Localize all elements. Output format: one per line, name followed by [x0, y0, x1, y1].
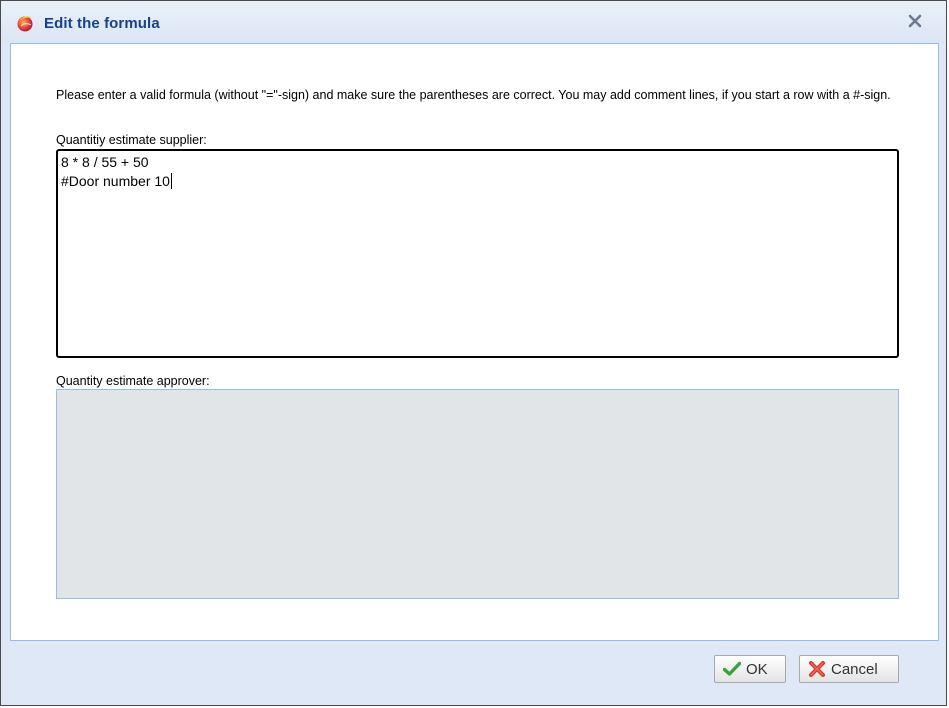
close-icon[interactable] [906, 12, 924, 30]
dialog-titlebar[interactable]: Edit the formula [1, 1, 946, 43]
dialog-footer: OK Cancel [10, 641, 939, 696]
formula-line: 8 * 8 / 55 + 50 [61, 154, 149, 170]
checkmark-icon [723, 661, 741, 676]
approver-formula-input [56, 389, 899, 599]
x-cancel-icon [809, 661, 825, 677]
ok-button-label: OK [746, 660, 768, 678]
ok-button[interactable]: OK [714, 655, 786, 683]
instructions-text: Please enter a valid formula (without "=… [56, 88, 891, 102]
cancel-button-label: Cancel [831, 660, 878, 678]
edit-formula-dialog: Edit the formula Please enter a valid fo… [0, 0, 947, 706]
supplier-estimate-label: Quantitiy estimate supplier: [56, 133, 207, 147]
app-logo-icon [16, 14, 34, 32]
text-caret [170, 173, 172, 189]
dialog-body: Please enter a valid formula (without "=… [10, 43, 939, 641]
approver-estimate-label: Quantity estimate approver: [56, 374, 210, 388]
supplier-formula-input[interactable]: 8 * 8 / 55 + 50 #Door number 10 [56, 149, 899, 358]
dialog-title: Edit the formula [44, 15, 160, 32]
formula-line: #Door number 10 [61, 173, 170, 189]
cancel-button[interactable]: Cancel [799, 655, 899, 683]
